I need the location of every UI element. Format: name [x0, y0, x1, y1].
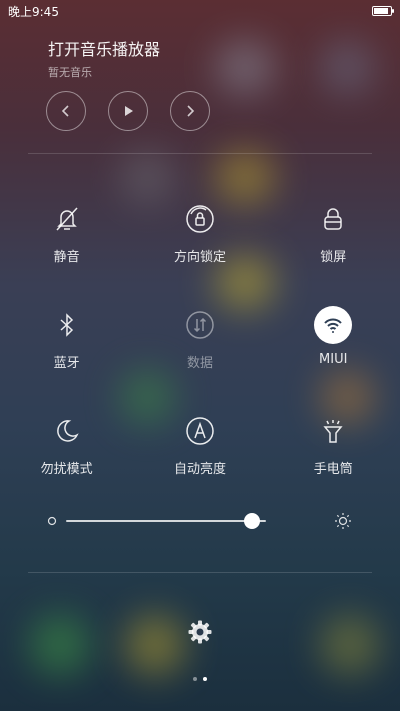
page-dot: [193, 677, 197, 681]
brightness-low-icon: [47, 516, 57, 526]
status-bar: 晚上9:45: [0, 0, 400, 22]
bluetooth-icon: [48, 306, 86, 344]
rotation-lock-icon: [181, 200, 219, 238]
toggle-lock-screen[interactable]: 锁屏: [267, 200, 400, 306]
toggle-label: 勿扰模式: [40, 462, 93, 477]
toggle-grid: 静音 方向锁定 锁屏 蓝牙 数据 MIUI 勿扰模式 自动亮度 手电筒: [0, 200, 400, 518]
brightness-handle[interactable]: [244, 513, 260, 529]
previous-button[interactable]: [46, 91, 86, 131]
brightness-slider[interactable]: [44, 509, 356, 533]
toggle-do-not-disturb[interactable]: 勿扰模式: [0, 412, 133, 518]
page-dot-active: [203, 677, 207, 681]
toggle-label: 静音: [53, 250, 80, 265]
settings-button[interactable]: [186, 618, 214, 646]
toggle-rotation-lock[interactable]: 方向锁定: [133, 200, 266, 306]
divider: [28, 572, 372, 573]
battery-icon: [372, 6, 394, 16]
toggle-label: 数据: [186, 356, 213, 371]
play-button[interactable]: [108, 91, 148, 131]
play-icon: [125, 106, 133, 116]
toggle-label: 锁屏: [320, 250, 347, 265]
gear-icon: [188, 620, 212, 644]
music-subtitle: 暂无音乐: [48, 66, 92, 79]
brightness-high-icon: [335, 513, 351, 529]
lock-icon: [314, 200, 352, 238]
toggle-label: 方向锁定: [173, 250, 226, 265]
status-time: 晚上9:45: [8, 4, 59, 19]
music-controls: [46, 91, 210, 131]
toggle-flashlight[interactable]: 手电筒: [267, 412, 400, 518]
toggle-mobile-data[interactable]: 数据: [133, 306, 266, 412]
divider: [28, 153, 372, 154]
auto-brightness-icon: [181, 412, 219, 450]
mobile-data-icon: [181, 306, 219, 344]
chevron-left-icon: [61, 105, 69, 117]
toggle-label: MIUI: [319, 352, 348, 367]
flashlight-icon: [314, 412, 352, 450]
brightness-track[interactable]: [66, 520, 266, 522]
next-button[interactable]: [170, 91, 210, 131]
wifi-icon: [314, 306, 353, 344]
toggle-label: 自动亮度: [173, 462, 226, 477]
toggle-auto-brightness[interactable]: 自动亮度: [133, 412, 266, 518]
moon-icon: [48, 412, 86, 450]
toggle-bluetooth[interactable]: 蓝牙: [0, 306, 133, 412]
music-title[interactable]: 打开音乐播放器: [48, 36, 160, 60]
toggle-label: 蓝牙: [53, 356, 80, 371]
music-widget[interactable]: 打开音乐播放器 暂无音乐: [48, 36, 160, 80]
chevron-right-icon: [187, 105, 195, 117]
toggle-label: 手电筒: [313, 462, 353, 477]
page-indicator: [0, 677, 400, 681]
toggle-wifi[interactable]: MIUI: [267, 306, 400, 412]
bell-off-icon: [48, 200, 86, 238]
toggle-mute[interactable]: 静音: [0, 200, 133, 306]
